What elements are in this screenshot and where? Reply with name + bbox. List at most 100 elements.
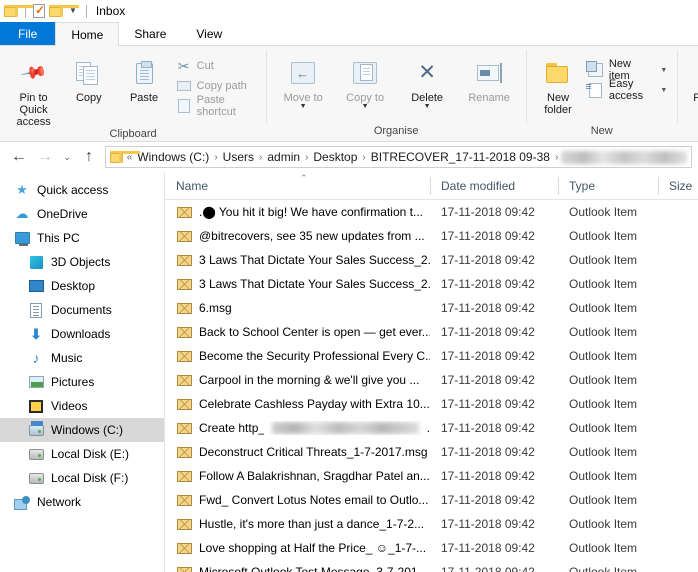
documents-icon <box>28 302 44 318</box>
pin-to-quick-access-button[interactable]: 📌 Pin to Quick access <box>6 52 61 128</box>
pc-icon <box>14 230 30 246</box>
table-row[interactable]: Celebrate Cashless Payday with Extra 10.… <box>165 392 698 416</box>
properties-icon[interactable] <box>33 3 45 18</box>
copy-icon <box>75 56 102 90</box>
move-to-icon: ← <box>291 56 316 90</box>
breadcrumb-windows-c[interactable]: Windows (C:) <box>135 150 211 164</box>
copy-to-button[interactable]: Copy to ▼ <box>334 52 396 110</box>
delete-caret-icon[interactable]: ▼ <box>424 103 431 110</box>
sidebar-item-quick-access[interactable]: ★ Quick access <box>0 178 164 202</box>
breadcrumb-users[interactable]: Users <box>221 150 256 164</box>
sidebar-item-documents[interactable]: Documents <box>0 298 164 322</box>
table-row[interactable]: 6.msg 17-11-2018 09:42 Outlook Item <box>165 296 698 320</box>
table-row[interactable]: Back to School Center is open — get ever… <box>165 320 698 344</box>
outlook-item-icon <box>177 230 192 242</box>
new-item-icon <box>586 61 604 78</box>
delete-button[interactable]: ✕ Delete ▼ <box>396 52 458 110</box>
file-name-cell: 3 Laws That Dictate Your Sales Success_2… <box>165 277 430 291</box>
new-item-button[interactable]: New item ▼ <box>584 58 671 82</box>
sidebar-item-music[interactable]: ♪ Music <box>0 346 164 370</box>
date-modified-cell: 17-11-2018 09:42 <box>441 349 535 363</box>
easy-access-caret-icon[interactable]: ▼ <box>660 87 667 94</box>
tab-share[interactable]: Share <box>119 22 181 46</box>
scissors-icon: ✂ <box>177 57 190 74</box>
table-row[interactable]: Deconstruct Critical Threats_1-7-2017.ms… <box>165 440 698 464</box>
paste-button[interactable]: Paste <box>116 52 171 104</box>
customize-caret-icon[interactable]: ▼ <box>67 7 79 15</box>
recent-locations-button[interactable]: ⌄ <box>58 146 76 168</box>
table-row[interactable]: 3 Laws That Dictate Your Sales Success_2… <box>165 248 698 272</box>
file-name-cell: Love shopping at Half the Price_ ☺_1-7-.… <box>165 541 430 555</box>
column-header-date-modified[interactable]: Date modified <box>430 172 558 200</box>
column-header-type[interactable]: Type <box>558 172 658 200</box>
table-row[interactable]: Hustle, it's more than just a dance_1-7-… <box>165 512 698 536</box>
clipboard-group-label: Clipboard <box>109 128 157 140</box>
title-bar: ▼ Inbox <box>0 0 698 22</box>
move-to-caret-icon[interactable]: ▼ <box>300 103 307 110</box>
breadcrumb-bitrecover[interactable]: BITRECOVER_17-11-2018 09-38 <box>369 150 552 164</box>
paste-shortcut-icon <box>176 98 192 114</box>
file-name-cell: Deconstruct Critical Threats_1-7-2017.ms… <box>165 445 430 459</box>
new-folder-button[interactable]: New folder <box>532 52 584 116</box>
table-row[interactable]: Fwd_ Convert Lotus Notes email to Outlo.… <box>165 488 698 512</box>
cut-button[interactable]: ✂ Cut <box>172 56 260 76</box>
table-row[interactable]: Carpool in the morning & we'll give you … <box>165 368 698 392</box>
sidebar-item-videos[interactable]: Videos <box>0 394 164 418</box>
outlook-item-icon <box>177 374 192 386</box>
table-row[interactable]: Create http_. 17-11-2018 09:42 Outlook Ite… <box>165 416 698 440</box>
file-name-cell: Microsoft Outlook Test Message_3-7-201..… <box>165 565 430 572</box>
move-to-button[interactable]: ← Move to ▼ <box>272 52 334 110</box>
properties-button[interactable]: Properties ▼ <box>683 52 698 110</box>
new-folder-icon[interactable] <box>49 5 79 17</box>
sidebar-item-onedrive[interactable]: ☁ OneDrive <box>0 202 164 226</box>
paste-shortcut-button[interactable]: Paste shortcut <box>172 94 260 118</box>
sidebar-item-windows-c[interactable]: Windows (C:) <box>0 418 164 442</box>
date-modified-cell: 17-11-2018 09:42 <box>441 301 535 315</box>
breadcrumb-desktop[interactable]: Desktop <box>311 150 359 164</box>
column-header-size[interactable]: Size <box>658 172 698 200</box>
sidebar-item-label: This PC <box>37 231 80 245</box>
tab-view[interactable]: View <box>181 22 237 46</box>
sidebar-item-label: Desktop <box>51 279 96 293</box>
rename-button[interactable]: Rename <box>458 52 520 104</box>
file-name-cell: Hustle, it's more than just a dance_1-7-… <box>165 517 430 531</box>
new-item-caret-icon[interactable]: ▼ <box>660 67 667 74</box>
forward-button[interactable]: → <box>32 146 58 168</box>
easy-access-icon <box>585 81 604 98</box>
table-row[interactable]: Love shopping at Half the Price_ ☺_1-7-.… <box>165 536 698 560</box>
copy-to-caret-icon[interactable]: ▼ <box>362 103 369 110</box>
sidebar-item-label: Music <box>51 351 83 365</box>
sidebar-item-local-disk-f[interactable]: Local Disk (F:) <box>0 466 164 490</box>
date-modified-cell: 17-11-2018 09:42 <box>441 373 535 387</box>
sidebar-item-this-pc[interactable]: This PC <box>0 226 164 250</box>
table-row[interactable]: Follow A Balakrishnan, Sragdhar Patel an… <box>165 464 698 488</box>
folder-icon[interactable] <box>4 5 34 17</box>
sidebar-item-local-disk-e[interactable]: Local Disk (E:) <box>0 442 164 466</box>
sidebar-item-downloads[interactable]: ⬇ Downloads <box>0 322 164 346</box>
sidebar-item-desktop[interactable]: Desktop <box>0 274 164 298</box>
sidebar-item-network[interactable]: Network <box>0 490 164 514</box>
table-row[interactable]: @bitrecovers, see 35 new updates from ..… <box>165 224 698 248</box>
sidebar-item-pictures[interactable]: Pictures <box>0 370 164 394</box>
delete-icon: ✕ <box>418 61 436 84</box>
tab-file[interactable]: File <box>0 22 56 46</box>
sidebar-item-3d-objects[interactable]: 3D Objects <box>0 250 164 274</box>
column-header-name[interactable]: Name ⌃ <box>165 172 430 200</box>
easy-access-button[interactable]: Easy access ▼ <box>584 78 671 102</box>
table-row[interactable]: .⬤ You hit it big! We have confirmation … <box>165 200 698 224</box>
table-row[interactable]: 3 Laws That Dictate Your Sales Success_2… <box>165 272 698 296</box>
address-bar[interactable]: « Windows (C:) › Users › admin › Desktop… <box>105 146 692 168</box>
outlook-item-icon <box>177 326 192 338</box>
copy-path-button[interactable]: Copy path <box>172 76 260 96</box>
outlook-item-icon <box>177 254 192 266</box>
breadcrumb-admin[interactable]: admin <box>265 150 302 164</box>
table-row[interactable]: Become the Security Professional Every C… <box>165 344 698 368</box>
tab-home[interactable]: Home <box>55 22 120 46</box>
navigation-bar: ← → ⌄ ↑ « Windows (C:) › Users › admin ›… <box>0 142 698 172</box>
back-button[interactable]: ← <box>6 146 32 168</box>
table-row[interactable]: Microsoft Outlook Test Message_3-7-201..… <box>165 560 698 572</box>
up-button[interactable]: ↑ <box>76 146 102 168</box>
date-modified-cell: 17-11-2018 09:42 <box>441 565 535 572</box>
copy-button[interactable]: Copy <box>61 52 116 104</box>
breadcrumb-redacted[interactable] <box>561 150 687 164</box>
